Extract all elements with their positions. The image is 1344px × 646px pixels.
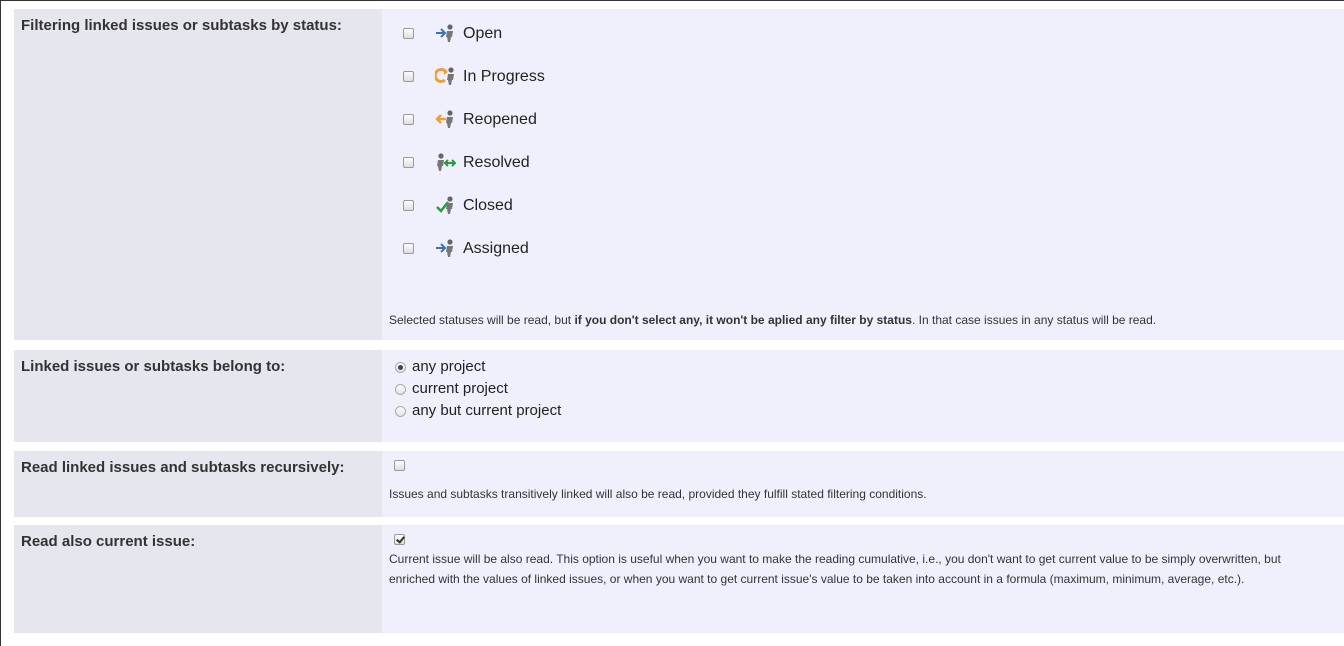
any-project-label: any project <box>412 358 486 375</box>
current-issue-label: Read also current issue: <box>14 525 382 633</box>
status-option-assigned[interactable]: Assigned <box>382 238 682 260</box>
reopened-checkbox[interactable] <box>403 114 414 125</box>
any-but-current-project-radio[interactable] <box>395 406 406 417</box>
radio-any-but-current-project[interactable]: any but current project <box>395 402 715 420</box>
project-scope-label: Linked issues or subtasks belong to: <box>14 350 382 442</box>
current-project-label: current project <box>412 380 508 397</box>
recursive-row: Read linked issues and subtasks recursiv… <box>14 451 1344 517</box>
current-issue-row: Read also current issue: Current issue w… <box>14 525 1344 633</box>
closed-status-icon <box>436 196 453 214</box>
status-filter-note: Selected statuses will be read, but if y… <box>389 313 1156 327</box>
status-option-open[interactable]: Open <box>382 23 682 45</box>
resolved-label: Resolved <box>463 154 530 171</box>
assigned-status-icon <box>436 239 453 257</box>
closed-checkbox[interactable] <box>403 200 414 211</box>
recursive-checkbox[interactable] <box>394 460 405 471</box>
reopened-status-icon <box>435 110 453 128</box>
current-project-radio[interactable] <box>395 384 406 395</box>
assigned-label: Assigned <box>463 240 529 257</box>
radio-current-project[interactable]: current project <box>395 380 715 398</box>
in-progress-checkbox[interactable] <box>403 71 414 82</box>
status-option-in-progress[interactable]: In Progress <box>382 66 682 88</box>
in-progress-label: In Progress <box>463 68 545 85</box>
status-note-bold: if you don't select any, it won't be apl… <box>574 313 912 327</box>
status-filter-row: Filtering linked issues or subtasks by s… <box>14 9 1344 340</box>
status-option-closed[interactable]: Closed <box>382 195 682 217</box>
project-scope-row: Linked issues or subtasks belong to: any… <box>14 350 1344 442</box>
resolved-checkbox[interactable] <box>403 157 414 168</box>
open-status-icon <box>436 24 453 42</box>
recursive-content: Issues and subtasks transitively linked … <box>382 451 1344 517</box>
current-issue-content: Current issue will be also read. This op… <box>382 525 1344 633</box>
radio-any-project[interactable]: any project <box>395 358 715 376</box>
recursive-note: Issues and subtasks transitively linked … <box>389 487 927 501</box>
open-checkbox[interactable] <box>403 28 414 39</box>
status-filter-label: Filtering linked issues or subtasks by s… <box>14 9 382 340</box>
resolved-status-icon <box>437 153 457 171</box>
form-frame: Filtering linked issues or subtasks by s… <box>0 0 1344 646</box>
any-but-current-project-label: any but current project <box>412 402 562 419</box>
status-filter-content: Open In Progress Reopened Resolved Close… <box>382 9 1344 340</box>
in-progress-status-icon <box>435 67 454 85</box>
recursive-label: Read linked issues and subtasks recursiv… <box>14 451 382 517</box>
status-note-prefix: Selected statuses will be read, but <box>389 313 575 327</box>
status-option-reopened[interactable]: Reopened <box>382 109 682 131</box>
status-note-suffix: . In that case issues in any status will… <box>911 313 1157 327</box>
assigned-checkbox[interactable] <box>403 243 414 254</box>
status-option-resolved[interactable]: Resolved <box>382 152 682 174</box>
closed-label: Closed <box>463 197 513 214</box>
project-scope-content: any project current project any but curr… <box>382 350 1344 442</box>
any-project-radio[interactable] <box>395 362 406 373</box>
reopened-label: Reopened <box>463 111 537 128</box>
current-issue-checkbox[interactable] <box>394 534 405 545</box>
current-issue-note: Current issue will be also read. This op… <box>389 552 1281 586</box>
open-label: Open <box>463 25 503 42</box>
